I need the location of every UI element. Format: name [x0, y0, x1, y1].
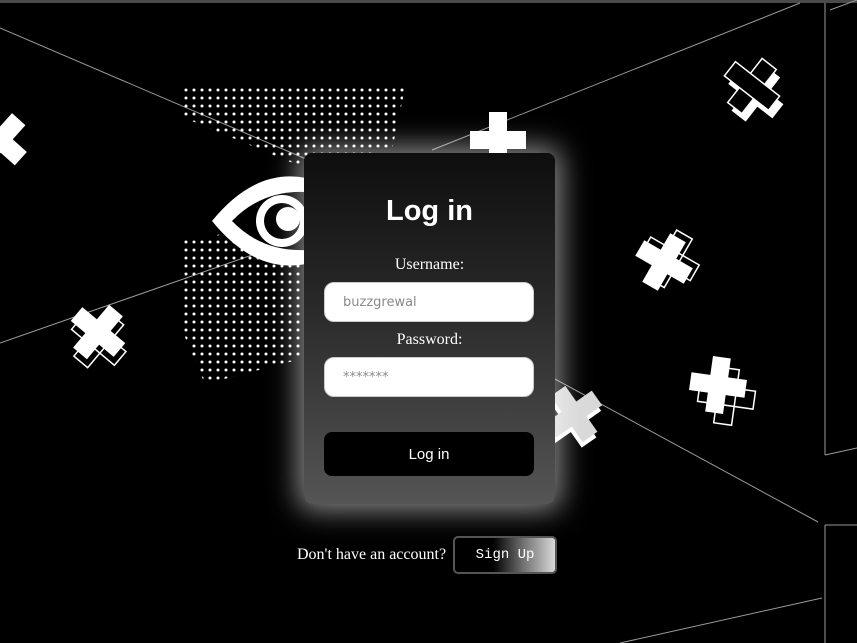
- signup-row: Don't have an account? Sign Up: [297, 536, 558, 574]
- signup-button[interactable]: Sign Up: [453, 536, 558, 574]
- login-button[interactable]: Log in: [324, 432, 534, 476]
- signup-prompt: Don't have an account?: [297, 546, 447, 563]
- login-page: Log in Username: Password: Log in Don't …: [0, 0, 857, 643]
- login-title: Log in: [386, 195, 473, 227]
- username-input[interactable]: [324, 282, 534, 322]
- password-input[interactable]: [324, 357, 534, 397]
- username-label: Username:: [394, 256, 465, 273]
- password-label: Password:: [396, 331, 463, 348]
